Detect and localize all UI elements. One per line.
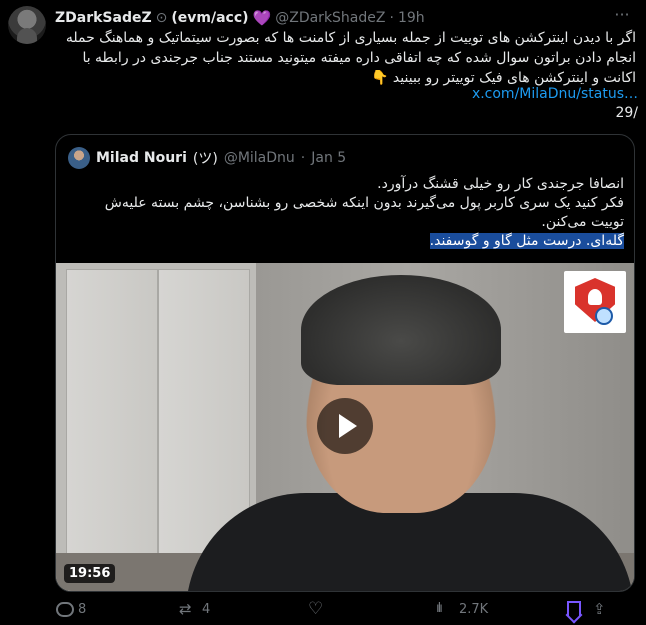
reply-count: 8 (78, 601, 87, 617)
quote-line: گله‌ای. درست مثل گاو و گوسفند. (74, 232, 624, 251)
action-bar: 8 ⇄ 4 ♡ ılı 2.7K ⇪ (55, 600, 640, 622)
play-icon[interactable] (317, 398, 373, 454)
quote-header: Milad Nouri (ツ) @MilaDnu · Jan 5 (68, 147, 346, 169)
repost-count: 4 (202, 601, 211, 617)
quote-line: انصافا جرجندی کار رو خیلی قشنگ درآورد. (377, 176, 624, 192)
video-person-hair (301, 275, 501, 385)
views-button[interactable]: ılı 2.7K (436, 600, 488, 618)
reply-button[interactable]: 8 (55, 600, 86, 618)
reply-icon (55, 600, 74, 618)
quote-avatar[interactable] (68, 147, 90, 169)
repost-icon: ⇄ (179, 600, 192, 618)
author-name-suffix[interactable]: (evm/acc) (171, 10, 248, 26)
quote-line: فکر کنید یک سری کاربر پول می‌گیرند بدون … (104, 195, 624, 230)
quote-text: انصافا جرجندی کار رو خیلی قشنگ درآورد. ف… (74, 175, 624, 251)
author-handle[interactable]: @ZDarkShadeZ (275, 10, 385, 26)
verified-icon: ⊙ (155, 10, 168, 26)
quote-date[interactable]: Jan 5 (311, 150, 346, 166)
separator-dot: · (300, 150, 306, 166)
repost-button[interactable]: ⇄ 4 (179, 600, 210, 618)
lock-icon (588, 289, 602, 305)
separator-dot: · (389, 10, 394, 26)
share-icon: ⇪ (593, 600, 606, 618)
quote-name-emoji: (ツ) (192, 151, 218, 167)
like-icon: ♡ (308, 599, 324, 619)
quote-handle[interactable]: @MilaDnu (224, 150, 295, 166)
bookmark-icon (563, 600, 581, 618)
author-avatar[interactable] (8, 6, 46, 44)
view-count: 2.7K (459, 601, 489, 617)
highlighted-text: گله‌ای. درست مثل گاو و گوسفند. (429, 233, 624, 249)
magnifier-icon (595, 307, 613, 325)
author-name[interactable]: ZDarkSadeZ (55, 10, 152, 26)
video-duration: 19:56 (64, 564, 116, 583)
quoted-tweet[interactable]: Milad Nouri (ツ) @MilaDnu · Jan 5 انصافا … (55, 134, 635, 592)
tweet-link[interactable]: x.com/MilaDnu/status… (472, 86, 638, 102)
bookmark-button[interactable] (563, 600, 581, 618)
tweet: ZDarkSadeZ ⊙ (evm/acc) 💜 @ZDarkShadeZ · … (0, 0, 646, 625)
tweet-text: اگر با دیدن اینترکشن های توییت از جمله ب… (65, 30, 636, 86)
thread-counter: 29/ (615, 105, 638, 121)
tweet-header: ZDarkSadeZ ⊙ (evm/acc) 💜 @ZDarkShadeZ · … (55, 8, 425, 28)
views-icon: ılı (436, 601, 443, 616)
heart-emoji: 💜 (252, 9, 272, 27)
closet-door (66, 269, 158, 591)
channel-logo (564, 271, 626, 333)
quote-author-name[interactable]: Milad Nouri (96, 150, 187, 166)
share-button[interactable]: ⇪ (593, 600, 611, 618)
more-icon[interactable]: ··· (612, 7, 632, 28)
video-player[interactable]: 19:56 (56, 263, 634, 591)
tweet-time[interactable]: 19h (398, 10, 425, 26)
like-button[interactable]: ♡ (308, 600, 331, 618)
